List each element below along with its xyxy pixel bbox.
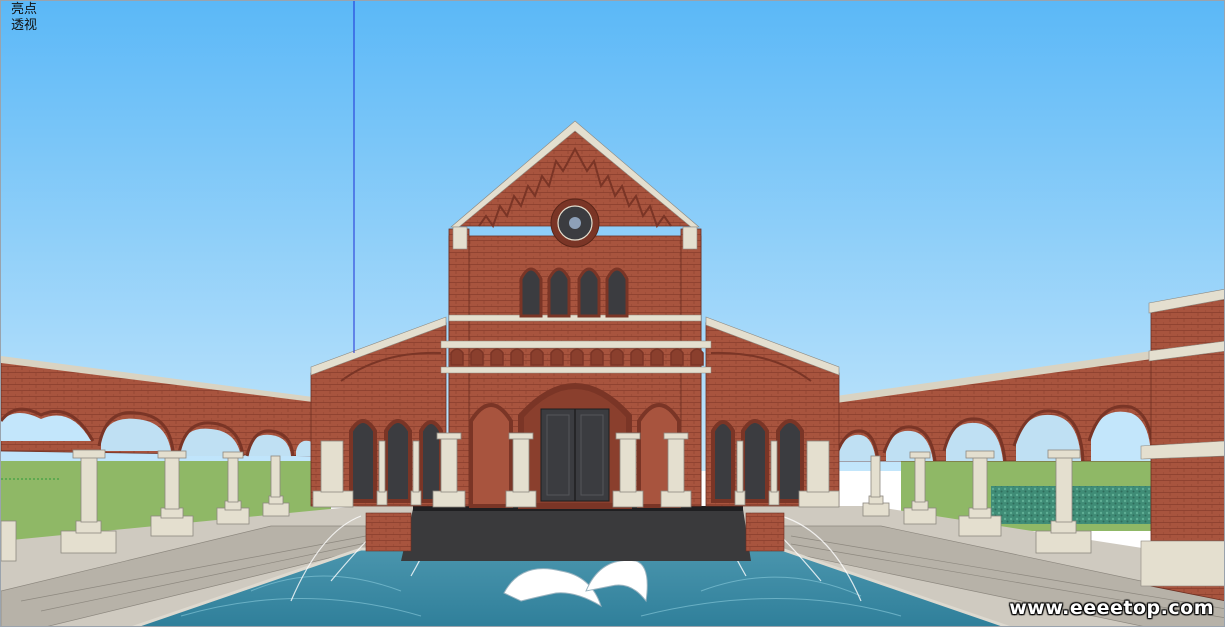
model-scene[interactable] — [1, 1, 1225, 627]
pool-wall-left — [365, 512, 412, 552]
corner-pavilion-right — [1140, 289, 1224, 602]
sketchup-viewport[interactable]: 亮点 透视 www.eeeetop.com — [0, 0, 1225, 627]
style-label: 亮点 — [11, 2, 38, 17]
pool-wall-right — [745, 512, 785, 552]
watermark: www.eeeetop.com — [1009, 597, 1214, 619]
entrance-doors — [540, 408, 610, 502]
entrance-platform — [401, 509, 751, 561]
camera-mode-label: 透视 — [11, 18, 38, 33]
